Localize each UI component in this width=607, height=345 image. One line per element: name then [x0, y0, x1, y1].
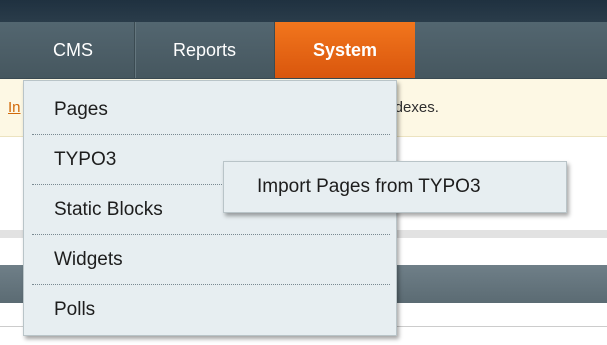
- nav-item-system-label: System: [312, 39, 378, 60]
- nav-item-system[interactable]: System: [275, 22, 415, 78]
- typo3-submenu: Import Pages from TYPO3: [223, 161, 567, 213]
- menu-item-label: TYPO3: [54, 149, 117, 170]
- nav-item-cms-label: CMS: [53, 39, 93, 60]
- nav-item-reports[interactable]: Reports: [135, 22, 275, 78]
- menu-item-label: Widgets: [54, 249, 123, 270]
- nav-item-cms[interactable]: CMS: [0, 22, 135, 78]
- menu-item-pages[interactable]: Pages: [32, 85, 390, 135]
- menu-item-label: Pages: [54, 99, 108, 120]
- header-strip: [0, 0, 607, 22]
- menu-item-label: Static Blocks: [54, 199, 163, 220]
- menu-item-polls[interactable]: Polls: [32, 285, 390, 335]
- main-nav: CMS Reports System: [0, 22, 607, 79]
- menu-item-widgets[interactable]: Widgets: [32, 235, 390, 285]
- nav-item-reports-label: Reports: [172, 39, 237, 60]
- menu-item-import-pages-from-typo3[interactable]: Import Pages from TYPO3: [224, 162, 566, 212]
- admin-page: CMS Reports System In indexes. Pages TYP…: [0, 0, 607, 345]
- menu-item-label: Polls: [54, 299, 96, 320]
- nav-bar-filler: [415, 22, 607, 78]
- notice-link[interactable]: In: [8, 99, 21, 116]
- menu-item-label: Import Pages from TYPO3: [257, 176, 481, 197]
